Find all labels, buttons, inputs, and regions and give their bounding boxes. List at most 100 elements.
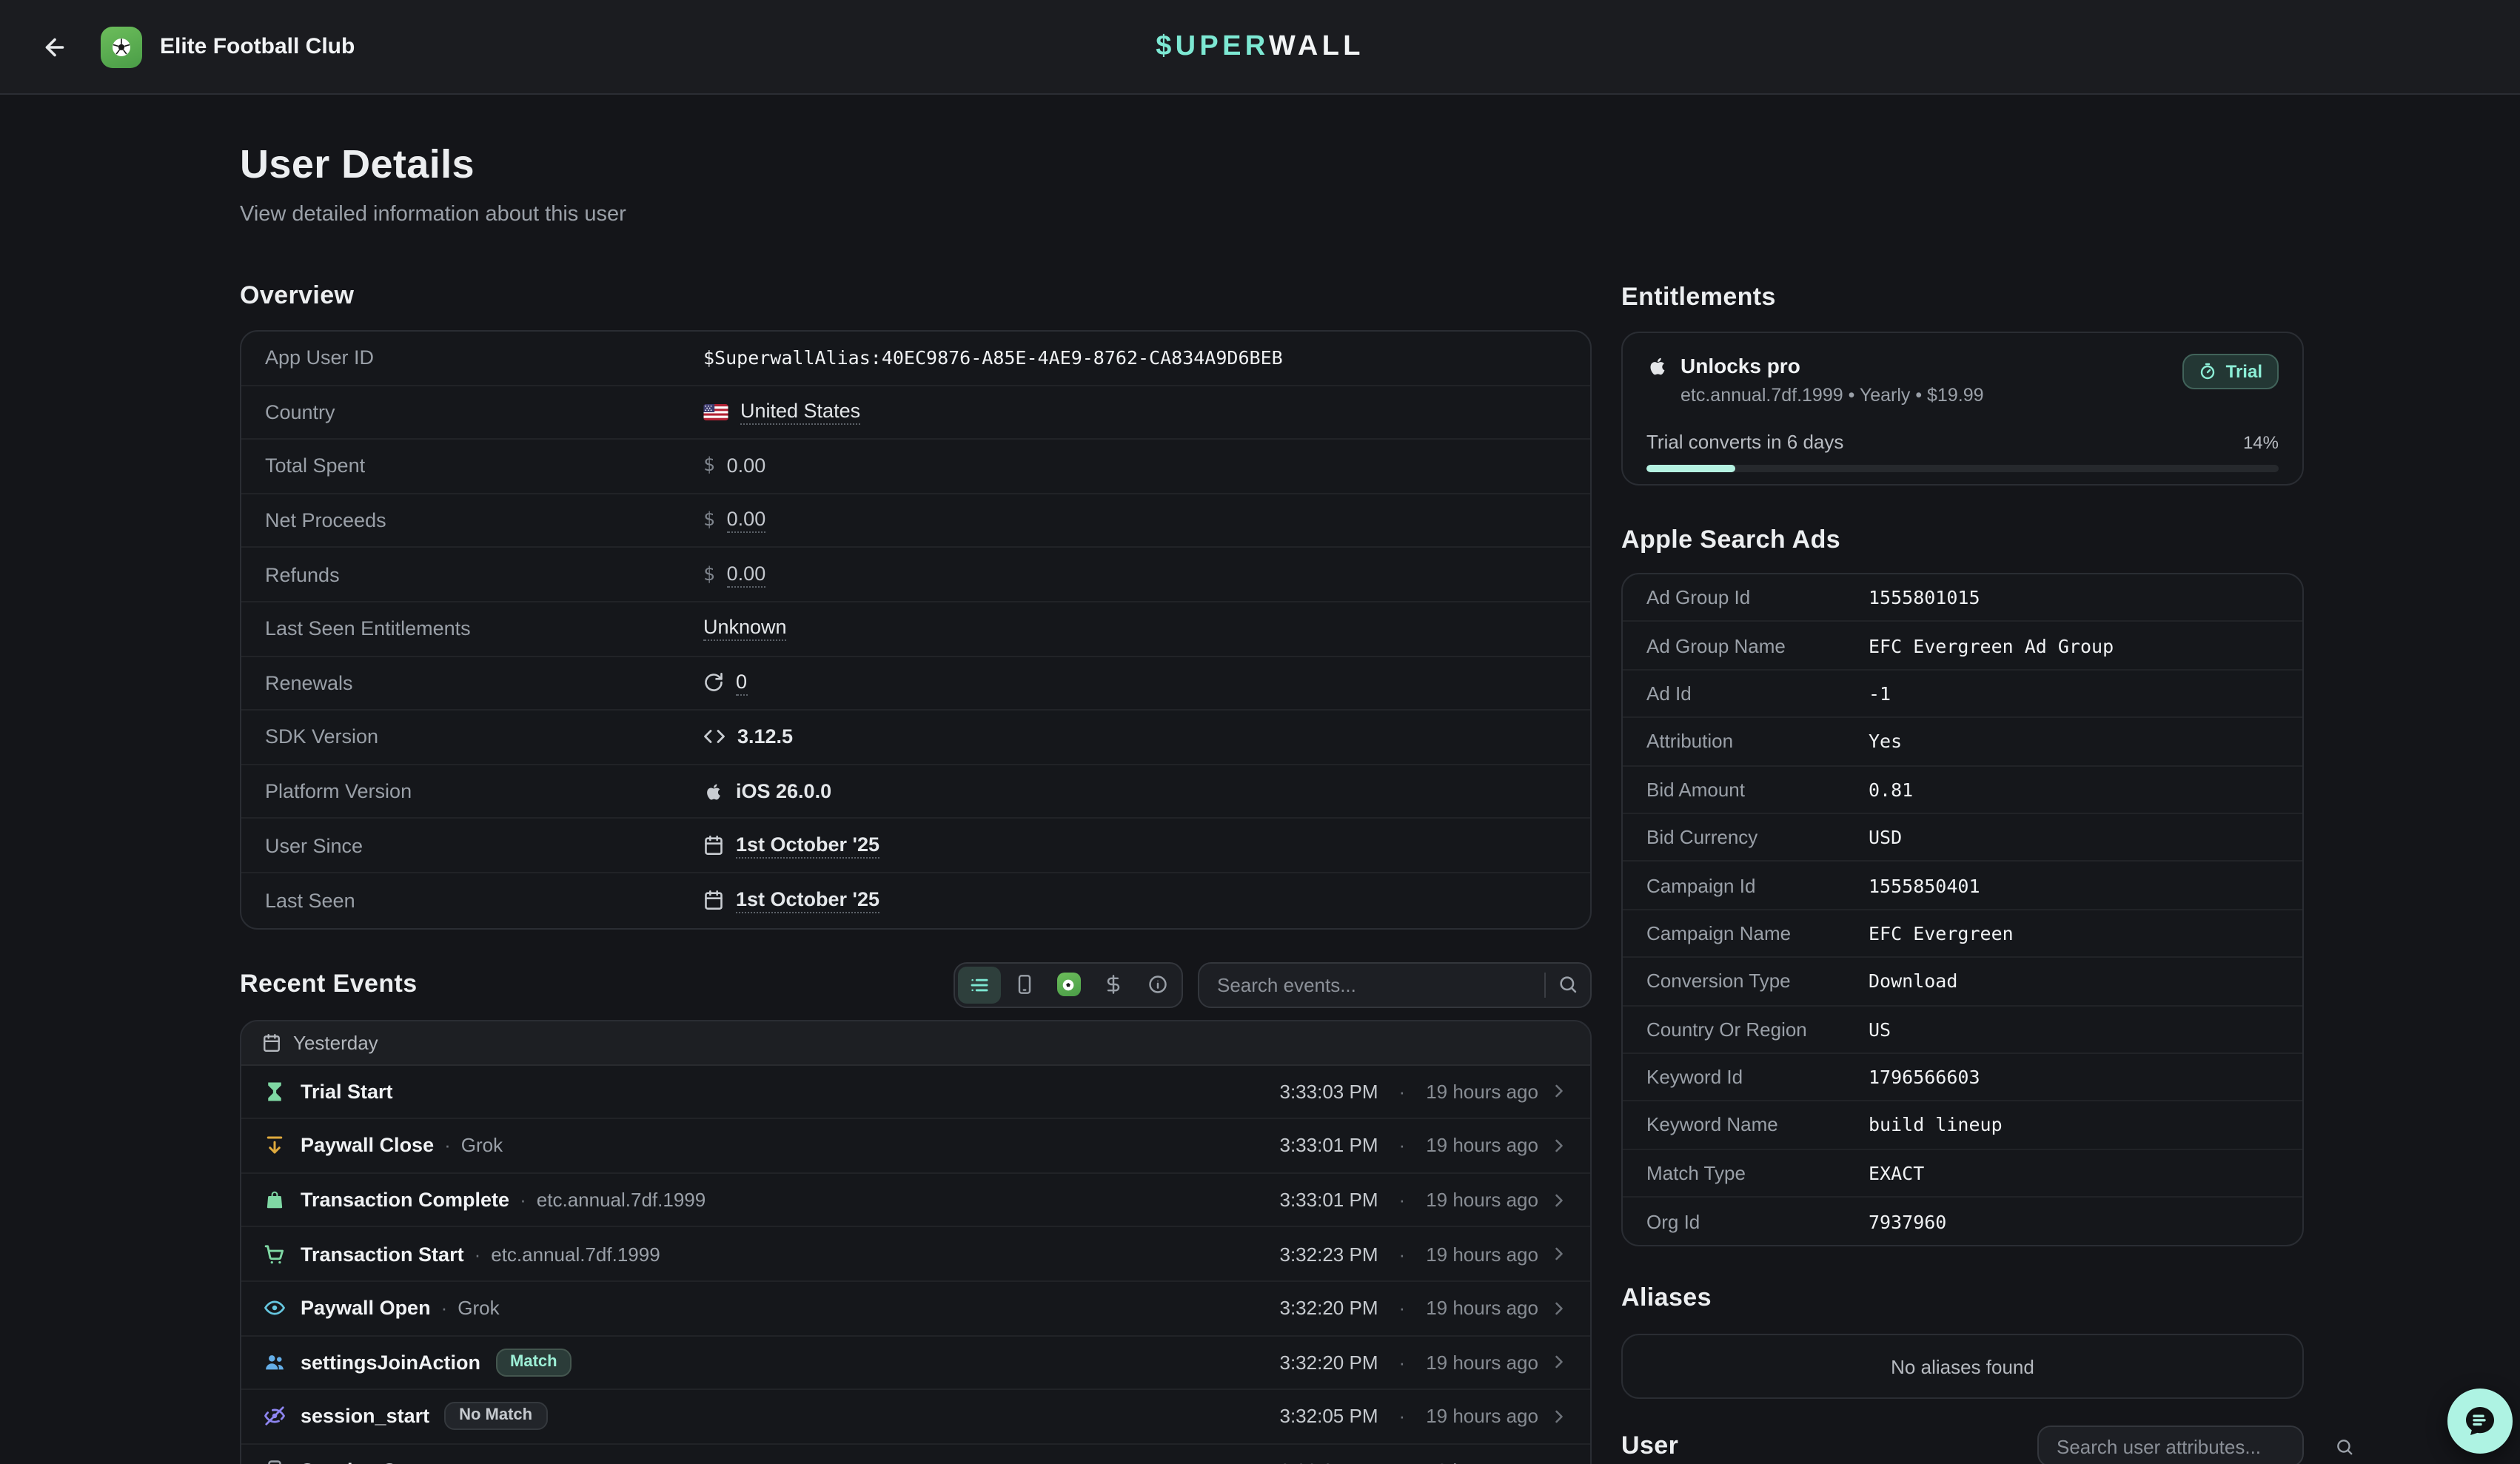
ads-row: Keyword Id1796566603 bbox=[1623, 1054, 2302, 1102]
arrow-down-from-line-icon bbox=[262, 1134, 286, 1158]
row-value[interactable]: Unknown bbox=[703, 617, 787, 642]
event-group-header: Yesterday bbox=[241, 1021, 1590, 1065]
back-button[interactable] bbox=[36, 27, 74, 66]
overview-row-country: Country United States bbox=[241, 386, 1590, 440]
overview-row-app-user-id: App User ID $SuperwallAlias:40EC9876-A85… bbox=[241, 332, 1590, 386]
row-value[interactable]: 0.00 bbox=[727, 508, 766, 533]
dollar-icon: $ bbox=[703, 509, 715, 531]
overview-row-sdk-version: SDK Version 3.12.5 bbox=[241, 711, 1590, 765]
hourglass-icon bbox=[262, 1080, 286, 1104]
logo-suffix: WALL bbox=[1269, 30, 1364, 61]
ads-row: Ad Group NameEFC Evergreen Ad Group bbox=[1623, 622, 2302, 671]
event-row-session-start-custom[interactable]: session_start No Match 3:32:05 PM·19 hou… bbox=[241, 1390, 1590, 1444]
entitlement-card: Unlocks pro etc.annual.7df.1999 • Yearly… bbox=[1621, 332, 2304, 486]
entitlement-details: etc.annual.7df.1999 • Yearly • $19.99 bbox=[1680, 385, 1984, 406]
row-label: Last Seen Entitlements bbox=[265, 618, 703, 640]
top-bar: Elite Football Club $UPERWALL bbox=[0, 0, 2520, 95]
row-value[interactable]: United States bbox=[740, 400, 860, 425]
filter-info-events-button[interactable] bbox=[1136, 966, 1179, 1003]
user-attributes-search-input[interactable] bbox=[2039, 1436, 2335, 1458]
calendar-icon bbox=[262, 1032, 281, 1052]
events-search-input[interactable] bbox=[1199, 973, 1544, 995]
dollar-icon: $ bbox=[703, 563, 715, 585]
filter-revenue-events-button[interactable] bbox=[1091, 966, 1134, 1003]
ads-row: Country Or RegionUS bbox=[1623, 1006, 2302, 1054]
chat-bubble-icon bbox=[2462, 1403, 2498, 1439]
page-title: User Details bbox=[240, 139, 1592, 189]
row-value[interactable]: 0.00 bbox=[727, 562, 766, 587]
event-filter-segmented-control bbox=[954, 961, 1183, 1007]
row-value[interactable]: 1st October '25 bbox=[736, 887, 879, 913]
search-icon[interactable] bbox=[2335, 1437, 2354, 1457]
smartphone-icon bbox=[1013, 974, 1034, 995]
smartphone-icon bbox=[262, 1460, 286, 1464]
overview-row-net-proceeds: Net Proceeds $0.00 bbox=[241, 494, 1590, 548]
filter-device-events-button[interactable] bbox=[1002, 966, 1045, 1003]
overview-table: App User ID $SuperwallAlias:40EC9876-A85… bbox=[240, 330, 1592, 929]
row-value: iOS 26.0.0 bbox=[736, 780, 831, 802]
dollar-icon bbox=[1102, 974, 1123, 995]
event-row-session-start[interactable]: Session Start 3:32:05 PM·19 hours ago bbox=[241, 1444, 1590, 1464]
side-column: Entitlements Unlocks pro etc.annual.7df.… bbox=[1621, 95, 2304, 1464]
row-label: Net Proceeds bbox=[265, 509, 703, 531]
logo-prefix: $UPER bbox=[1156, 30, 1269, 61]
row-label: Country bbox=[265, 401, 703, 423]
ads-row: Ad Group Id1555801015 bbox=[1623, 574, 2302, 622]
row-label: App User ID bbox=[265, 347, 703, 369]
event-row-transaction-start[interactable]: Transaction Start · etc.annual.7df.1999 … bbox=[241, 1228, 1590, 1282]
aliases-heading: Aliases bbox=[1621, 1283, 2304, 1315]
event-row-paywall-close[interactable]: Paywall Close · Grok 3:33:01 PM·19 hours… bbox=[241, 1119, 1590, 1173]
users-icon bbox=[262, 1351, 286, 1374]
event-row-settings-join-action[interactable]: settingsJoinAction Match 3:32:20 PM·19 h… bbox=[241, 1336, 1590, 1390]
overview-row-last-seen: Last Seen 1st October '25 bbox=[241, 873, 1590, 927]
filter-app-events-button[interactable] bbox=[1047, 966, 1090, 1003]
apple-icon bbox=[703, 781, 724, 802]
match-badge: Match bbox=[495, 1349, 572, 1377]
user-attributes-search bbox=[2037, 1426, 2304, 1464]
entitlement-name: Unlocks pro bbox=[1680, 354, 1800, 377]
row-value[interactable]: 1st October '25 bbox=[736, 833, 879, 858]
code-icon bbox=[703, 726, 725, 748]
trial-converts-text: Trial converts in 6 days bbox=[1646, 431, 1843, 453]
eye-off-icon bbox=[262, 1405, 286, 1428]
chat-support-button[interactable] bbox=[2447, 1389, 2513, 1454]
overview-row-last-seen-entitlements: Last Seen Entitlements Unknown bbox=[241, 602, 1590, 657]
overview-row-total-spent: Total Spent $0.00 bbox=[241, 440, 1590, 494]
row-label: Renewals bbox=[265, 672, 703, 694]
chevron-right-icon bbox=[1549, 1352, 1569, 1373]
chevron-right-icon bbox=[1549, 1135, 1569, 1156]
row-label: Refunds bbox=[265, 563, 703, 585]
no-match-badge: No Match bbox=[444, 1403, 547, 1431]
superwall-logo: $UPERWALL bbox=[0, 30, 2520, 63]
overview-row-renewals: Renewals 0 bbox=[241, 657, 1590, 711]
chevron-right-icon bbox=[1549, 1406, 1569, 1427]
apple-search-ads-table: Ad Group Id1555801015 Ad Group NameEFC E… bbox=[1621, 573, 2304, 1247]
trial-progress-percent: 14% bbox=[2243, 432, 2279, 452]
event-row-transaction-complete[interactable]: Transaction Complete · etc.annual.7df.19… bbox=[241, 1173, 1590, 1227]
arrow-left-icon bbox=[41, 33, 68, 60]
shopping-bag-icon bbox=[262, 1188, 286, 1212]
search-icon[interactable] bbox=[1546, 974, 1590, 995]
overview-row-platform-version: Platform Version iOS 26.0.0 bbox=[241, 765, 1590, 819]
us-flag-icon bbox=[703, 404, 728, 420]
ads-row: Bid CurrencyUSD bbox=[1623, 814, 2302, 862]
overview-heading: Overview bbox=[240, 280, 1592, 312]
events-list: Yesterday Trial Start 3:33:03 PM·19 hour… bbox=[240, 1019, 1592, 1464]
main-column: User Details View detailed information a… bbox=[240, 95, 1592, 1464]
ads-row: AttributionYes bbox=[1623, 718, 2302, 766]
event-row-trial-start[interactable]: Trial Start 3:33:03 PM·19 hours ago bbox=[241, 1065, 1590, 1119]
filter-all-events-button[interactable] bbox=[958, 966, 1001, 1003]
calendar-icon bbox=[703, 890, 724, 910]
event-row-paywall-open[interactable]: Paywall Open · Grok 3:32:20 PM·19 hours … bbox=[241, 1282, 1590, 1336]
timer-icon bbox=[2199, 363, 2217, 380]
ads-row: Campaign NameEFC Evergreen bbox=[1623, 910, 2302, 958]
soccer-ball-icon bbox=[108, 33, 135, 60]
trial-progress-fill bbox=[1646, 465, 1735, 472]
row-label: Total Spent bbox=[265, 455, 703, 477]
trial-progress-bar bbox=[1646, 465, 2279, 472]
app-icon[interactable] bbox=[101, 26, 142, 67]
apple-icon bbox=[1646, 355, 1669, 377]
rotate-cw-icon bbox=[703, 673, 724, 694]
aliases-empty-card: No aliases found bbox=[1621, 1334, 2304, 1400]
row-value[interactable]: 0 bbox=[736, 671, 747, 696]
